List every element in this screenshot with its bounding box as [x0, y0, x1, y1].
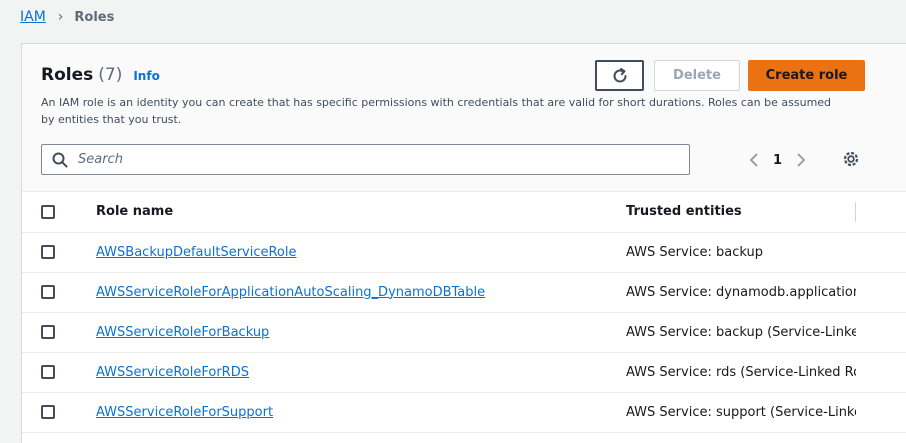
roles-description: An IAM role is an identity you can creat…: [41, 96, 832, 126]
breadcrumb-separator-icon: ›: [57, 9, 64, 25]
column-label-trusted-entities: Trusted entities: [626, 204, 742, 220]
title-row: Roles (7) Info: [41, 65, 160, 85]
role-name-link[interactable]: AWSBackupDefaultServiceRole: [96, 245, 297, 260]
role-name-cell: AWSBackupDefaultServiceRole: [96, 232, 626, 273]
trusted-entities-cell: AWS Service: backup: [626, 232, 906, 273]
row-checkbox[interactable]: [41, 285, 55, 299]
row-checkbox-cell: [22, 352, 96, 393]
role-name-link[interactable]: AWSServiceRoleForRDS: [96, 365, 249, 380]
pagination: 1: [748, 148, 807, 172]
create-role-button[interactable]: Create role: [748, 60, 865, 91]
chevron-left-icon[interactable]: [748, 152, 760, 168]
refresh-button[interactable]: [595, 60, 644, 91]
row-checkbox[interactable]: [41, 325, 55, 339]
role-name-link[interactable]: AWSServiceRoleForSupport: [96, 405, 273, 420]
breadcrumb-iam-link[interactable]: IAM: [20, 9, 46, 25]
service-linked-role-link[interactable]: (Service-Linked: [770, 404, 856, 420]
trusted-entities-cell: AWS Service: rds (Service-Linked Role: [626, 352, 906, 393]
table-header-row: Role name Trusted entities: [22, 192, 906, 233]
row-checkbox-cell: [22, 232, 96, 273]
trusted-entity-text: AWS Service: rds: [626, 364, 741, 380]
chevron-right-icon[interactable]: [795, 152, 807, 168]
trusted-entity-text: AWS Service: backup: [626, 324, 768, 340]
search-input[interactable]: [76, 151, 636, 168]
select-all-cell: [22, 192, 96, 233]
row-checkbox-cell: [22, 312, 96, 353]
column-label-role-name: Role name: [96, 204, 174, 220]
service-linked-role-link[interactable]: (Service-Linked Role: [740, 364, 856, 380]
trusted-entities-cell: AWS Service: backup (Service-Linked: [626, 312, 906, 353]
table-row[interactable]: AWSServiceRoleForSupport AWS Service: sup…: [22, 392, 906, 433]
row-checkbox[interactable]: [41, 245, 55, 259]
row-checkbox-cell: [22, 272, 96, 313]
roles-panel-header: Roles (7) Info Delete Create role An IAM…: [22, 44, 906, 192]
search-box[interactable]: [41, 144, 690, 175]
trusted-entity-text: AWS Service: support: [626, 404, 771, 420]
trusted-entity-text: AWS Service: dynamodb.application-: [626, 284, 856, 300]
trusted-entities-cell: AWS Service: dynamodb.application-: [626, 272, 906, 313]
column-header-role-name[interactable]: Role name: [96, 192, 626, 233]
role-name-cell: AWSServiceRoleForApplicationAutoScaling_…: [96, 272, 626, 313]
column-resize-handle[interactable]: [855, 202, 856, 222]
role-name-cell: AWSServiceRoleForSupport: [96, 392, 626, 433]
search-icon: [52, 152, 68, 167]
delete-button[interactable]: Delete: [654, 60, 740, 91]
roles-panel: Roles (7) Info Delete Create role An IAM…: [21, 43, 906, 443]
trusted-entities-cell: AWS Service: support (Service-Linked: [626, 392, 906, 433]
trusted-entity-text: AWS Service: backup: [626, 244, 763, 260]
refresh-icon: [613, 67, 626, 82]
page-title: Roles: [41, 65, 94, 85]
roles-table: Role name Trusted entities AWSBackupDefa…: [22, 192, 906, 433]
service-linked-role-link[interactable]: (Service-Linked: [767, 324, 856, 340]
table-row[interactable]: AWSBackupDefaultServiceRole AWS Service: …: [22, 232, 906, 273]
row-checkbox[interactable]: [41, 405, 55, 419]
select-all-checkbox[interactable]: [41, 204, 55, 219]
table-row[interactable]: AWSServiceRoleForBackup AWS Service: back…: [22, 312, 906, 353]
role-name-link[interactable]: AWSServiceRoleForApplicationAutoScaling_…: [96, 285, 485, 300]
role-name-cell: AWSServiceRoleForRDS: [96, 352, 626, 393]
breadcrumb: IAM › Roles: [20, 6, 114, 28]
roles-count: (7): [98, 65, 123, 85]
page-number[interactable]: 1: [773, 153, 782, 168]
row-checkbox-cell: [22, 392, 96, 433]
gear-icon[interactable]: [842, 150, 860, 168]
info-link[interactable]: Info: [133, 69, 159, 83]
breadcrumb-current: Roles: [74, 9, 115, 25]
role-name-cell: AWSServiceRoleForBackup: [96, 312, 626, 353]
column-header-trusted-entities[interactable]: Trusted entities: [626, 192, 906, 233]
table-row[interactable]: AWSServiceRoleForApplicationAutoScaling_…: [22, 272, 906, 313]
role-name-link[interactable]: AWSServiceRoleForBackup: [96, 325, 269, 340]
row-checkbox[interactable]: [41, 365, 55, 379]
table-row[interactable]: AWSServiceRoleForRDS AWS Service: rds (Se…: [22, 352, 906, 393]
